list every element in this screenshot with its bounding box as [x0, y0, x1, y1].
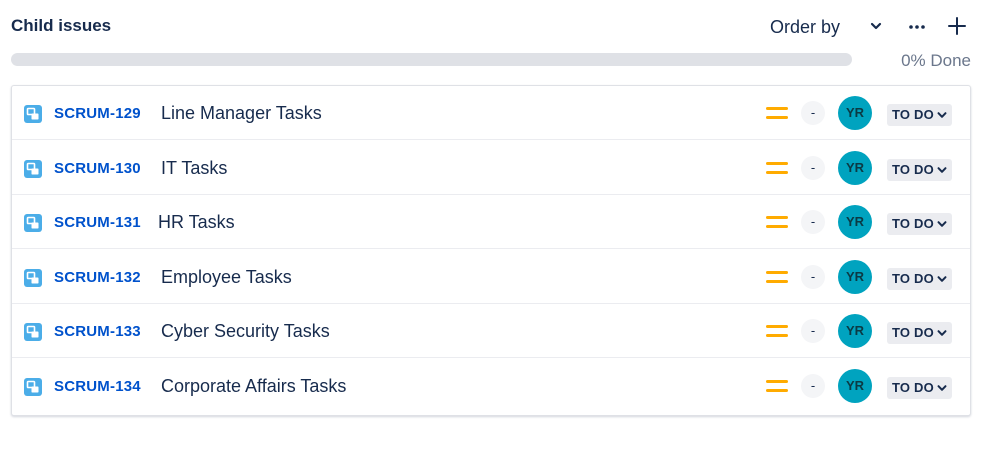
- priority-medium-icon: [766, 378, 788, 394]
- status-label: TO DO: [892, 270, 934, 286]
- story-points-estimate[interactable]: -: [801, 374, 825, 398]
- status-label: TO DO: [892, 161, 934, 177]
- issue-summary[interactable]: Cyber Security Tasks: [161, 320, 330, 342]
- assignee-avatar[interactable]: YR: [838, 150, 872, 185]
- progress-label: 0% Done: [901, 51, 971, 70]
- more-icon[interactable]: [904, 16, 930, 36]
- progress-bar: [11, 53, 852, 66]
- status-dropdown[interactable]: TO DO: [887, 213, 952, 236]
- story-points-estimate[interactable]: -: [801, 101, 825, 125]
- order-by-button[interactable]: Order by: [770, 14, 840, 40]
- priority-medium-icon: [766, 269, 788, 285]
- status-dropdown[interactable]: TO DO: [887, 377, 952, 399]
- status-dropdown[interactable]: TO DO: [887, 104, 952, 126]
- story-points-estimate[interactable]: -: [801, 264, 825, 289]
- issue-row[interactable]: SCRUM-132 Employee Tasks - YR TO DO: [12, 250, 970, 304]
- subtask-icon: [24, 159, 42, 178]
- status-label: TO DO: [892, 325, 934, 341]
- assignee-avatar[interactable]: YR: [838, 314, 872, 349]
- issue-summary[interactable]: Employee Tasks: [161, 266, 292, 288]
- priority-medium-icon: [766, 323, 788, 339]
- priority-medium-icon: [766, 105, 788, 121]
- status-dropdown[interactable]: TO DO: [887, 322, 952, 345]
- child-issues-header: Child issues Order by: [11, 14, 971, 40]
- issue-key-link[interactable]: SCRUM-132: [54, 268, 141, 288]
- subtask-icon: [24, 378, 42, 396]
- section-title: Child issues: [11, 16, 112, 35]
- issue-row[interactable]: SCRUM-131 HR Tasks - YR TO DO: [12, 195, 970, 250]
- chevron-down-icon: [937, 166, 947, 173]
- story-points-estimate[interactable]: -: [801, 210, 825, 235]
- assignee-avatar[interactable]: YR: [838, 259, 872, 294]
- issue-summary[interactable]: IT Tasks: [161, 157, 227, 179]
- chevron-down-icon: [937, 221, 947, 227]
- subtask-icon: [24, 214, 42, 233]
- status-dropdown[interactable]: TO DO: [887, 267, 952, 290]
- story-points-estimate[interactable]: -: [801, 155, 825, 180]
- priority-medium-icon: [766, 214, 788, 230]
- status-dropdown[interactable]: TO DO: [887, 158, 952, 181]
- status-label: TO DO: [892, 216, 934, 232]
- subtask-icon: [24, 105, 42, 123]
- issue-summary[interactable]: Line Manager Tasks: [161, 102, 322, 124]
- status-label: TO DO: [892, 380, 934, 395]
- issue-key-link[interactable]: SCRUM-130: [54, 159, 141, 179]
- issue-row[interactable]: SCRUM-130 IT Tasks - YR TO DO: [12, 141, 970, 195]
- issue-key-link[interactable]: SCRUM-129: [54, 104, 141, 124]
- chevron-down-icon: [937, 385, 947, 391]
- story-points-estimate[interactable]: -: [801, 319, 825, 344]
- chevron-down-icon: [937, 330, 947, 337]
- subtask-icon: [24, 268, 42, 287]
- priority-medium-icon: [766, 160, 788, 176]
- chevron-down-icon: [937, 275, 947, 282]
- issue-row[interactable]: SCRUM-134 Corporate Affairs Tasks - YR T…: [12, 359, 970, 413]
- issue-row[interactable]: SCRUM-133 Cyber Security Tasks - YR TO D…: [12, 304, 970, 359]
- status-label: TO DO: [892, 107, 934, 122]
- assignee-avatar[interactable]: YR: [838, 369, 872, 403]
- child-issues-list: SCRUM-129 Line Manager Tasks - YR TO DO …: [11, 85, 971, 416]
- issue-key-link[interactable]: SCRUM-134: [54, 377, 141, 397]
- chevron-down-icon: [937, 112, 947, 118]
- chevron-down-icon[interactable]: [866, 16, 886, 36]
- subtask-icon: [24, 323, 42, 342]
- issue-key-link[interactable]: SCRUM-131: [54, 213, 141, 233]
- issue-summary[interactable]: Corporate Affairs Tasks: [161, 375, 346, 397]
- issue-summary[interactable]: HR Tasks: [158, 211, 235, 233]
- issue-row[interactable]: SCRUM-129 Line Manager Tasks - YR TO DO: [12, 86, 970, 140]
- plus-icon[interactable]: [946, 15, 968, 37]
- assignee-avatar[interactable]: YR: [838, 205, 872, 240]
- issue-key-link[interactable]: SCRUM-133: [54, 322, 141, 342]
- assignee-avatar[interactable]: YR: [838, 96, 872, 130]
